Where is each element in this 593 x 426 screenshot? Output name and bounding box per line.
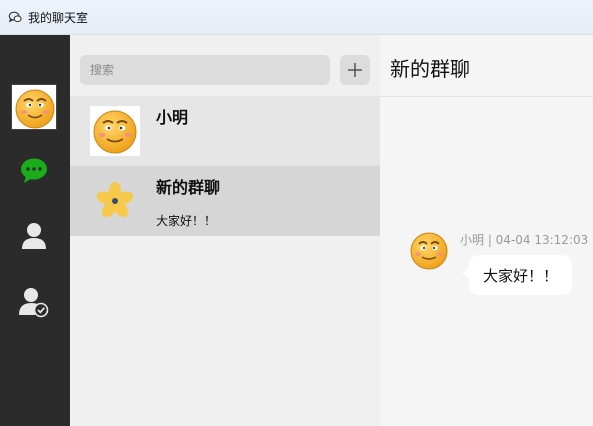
- add-button[interactable]: [340, 55, 370, 85]
- smiley-avatar-icon: [15, 89, 55, 129]
- session-name: 小明: [156, 108, 189, 127]
- side-nav: [0, 35, 70, 426]
- chat-header: 新的群聊: [380, 35, 593, 97]
- chat-panel: 新的群聊 小明 | 04-04 13:12:03 大家好！！: [380, 35, 593, 426]
- search-box[interactable]: [80, 55, 330, 85]
- flower-avatar-icon: [96, 182, 134, 218]
- search-input[interactable]: [88, 62, 330, 78]
- session-list: 小明 新的群聊 大家好！！: [70, 96, 380, 236]
- chat-title: 新的群聊: [390, 57, 470, 81]
- session-item-group[interactable]: 新的群聊 大家好！！: [70, 166, 380, 236]
- plus-icon: [348, 63, 362, 77]
- chat-bubble-icon: [21, 158, 47, 183]
- session-name: 新的群聊: [156, 178, 221, 197]
- friend-verified-icon: [19, 288, 49, 318]
- contact-person-icon: [22, 223, 46, 249]
- smiley-avatar-icon: [90, 106, 140, 156]
- smiley-avatar-icon: [410, 232, 448, 270]
- message-bubble[interactable]: 大家好！！: [469, 255, 573, 295]
- nav-chat-button[interactable]: [14, 151, 54, 191]
- avatar: [90, 106, 140, 156]
- nav-contacts-button[interactable]: [14, 216, 54, 256]
- message-meta: 小明 | 04-04 13:12:03: [460, 233, 589, 247]
- session-last-message: 大家好！！: [156, 214, 217, 228]
- my-avatar[interactable]: [11, 84, 57, 130]
- avatar: [90, 176, 140, 226]
- chat-app-icon: [8, 11, 22, 23]
- nav-friend-requests-button[interactable]: [14, 282, 54, 322]
- window-title: 我的聊天室: [28, 10, 89, 25]
- session-panel: 小明 新的群聊 大家好！！: [70, 35, 380, 426]
- title-bar: 我的聊天室: [0, 0, 593, 35]
- session-item-xiaoming[interactable]: 小明: [70, 96, 380, 166]
- avatar[interactable]: [408, 229, 450, 271]
